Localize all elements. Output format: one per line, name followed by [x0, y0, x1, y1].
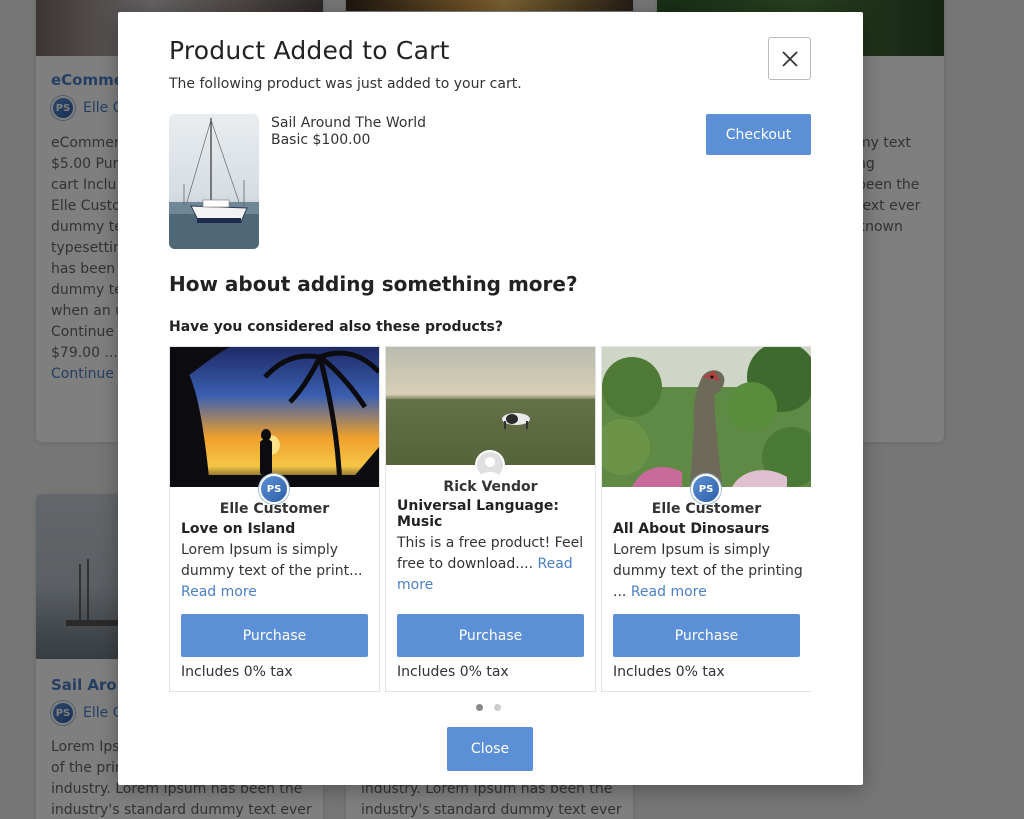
product-tax-note: Includes 0% tax: [181, 664, 293, 680]
carousel-pagination: [476, 704, 501, 711]
product-tax-note: Includes 0% tax: [397, 664, 509, 680]
purchase-button[interactable]: Purchase: [613, 614, 800, 657]
added-product-image: [169, 114, 259, 249]
upsell-heading: How about adding something more?: [169, 272, 578, 296]
product-card-universal-language: Rick Vendor Universal Language: Music Th…: [385, 346, 596, 692]
product-card-love-on-island: PS Elle Customer Love on Island Lorem Ip…: [169, 346, 380, 692]
purchase-button[interactable]: Purchase: [397, 614, 584, 657]
user-icon: [477, 452, 503, 478]
carousel-dot[interactable]: [476, 704, 483, 711]
close-icon: [781, 50, 799, 68]
modal-close-button[interactable]: [768, 37, 811, 80]
product-vendor[interactable]: Rick Vendor: [386, 479, 595, 495]
sailboat-image: [169, 114, 259, 249]
carousel-dot[interactable]: [494, 704, 501, 711]
product-tax-note: Includes 0% tax: [613, 664, 725, 680]
product-description: Lorem Ipsum is simply dummy text of the …: [181, 540, 373, 603]
added-product-price: Basic $100.00: [271, 132, 370, 148]
product-vendor[interactable]: Elle Customer: [602, 501, 811, 517]
vendor-logo-icon[interactable]: PS: [691, 474, 721, 504]
upsell-subheading: Have you considered also these products?: [169, 319, 503, 335]
product-name[interactable]: All About Dinosaurs: [613, 521, 803, 537]
modal-subtitle: The following product was just added to …: [169, 76, 522, 92]
checkout-button[interactable]: Checkout: [706, 114, 811, 155]
product-vendor[interactable]: Elle Customer: [170, 501, 379, 517]
sunset-couple-image: [170, 347, 379, 487]
product-description: Lorem Ipsum is simply dummy text of the …: [613, 540, 805, 603]
dinosaur-image: [602, 347, 811, 487]
added-product-name: Sail Around The World: [271, 115, 426, 131]
product-description-text: Lorem Ipsum is simply dummy text of the …: [181, 542, 362, 579]
product-card-all-about-dinosaurs: PS Elle Customer All About Dinosaurs Lor…: [601, 346, 811, 692]
field-dog-image: [386, 347, 595, 465]
modal-title: Product Added to Cart: [169, 36, 450, 65]
read-more-link[interactable]: Read more: [631, 584, 707, 600]
cart-modal: Product Added to Cart The following prod…: [118, 12, 863, 785]
product-image[interactable]: [386, 347, 595, 465]
product-description: This is a free product! Feel free to dow…: [397, 533, 589, 596]
read-more-link[interactable]: Read more: [181, 584, 257, 600]
close-button[interactable]: Close: [447, 727, 533, 771]
product-image[interactable]: [170, 347, 379, 487]
vendor-logo-icon[interactable]: PS: [259, 474, 289, 504]
product-name[interactable]: Universal Language: Music: [397, 498, 587, 530]
product-name[interactable]: Love on Island: [181, 521, 371, 537]
product-carousel[interactable]: PS Elle Customer Love on Island Lorem Ip…: [169, 346, 811, 692]
vendor-avatar[interactable]: [475, 450, 505, 480]
product-image[interactable]: [602, 347, 811, 487]
purchase-button[interactable]: Purchase: [181, 614, 368, 657]
